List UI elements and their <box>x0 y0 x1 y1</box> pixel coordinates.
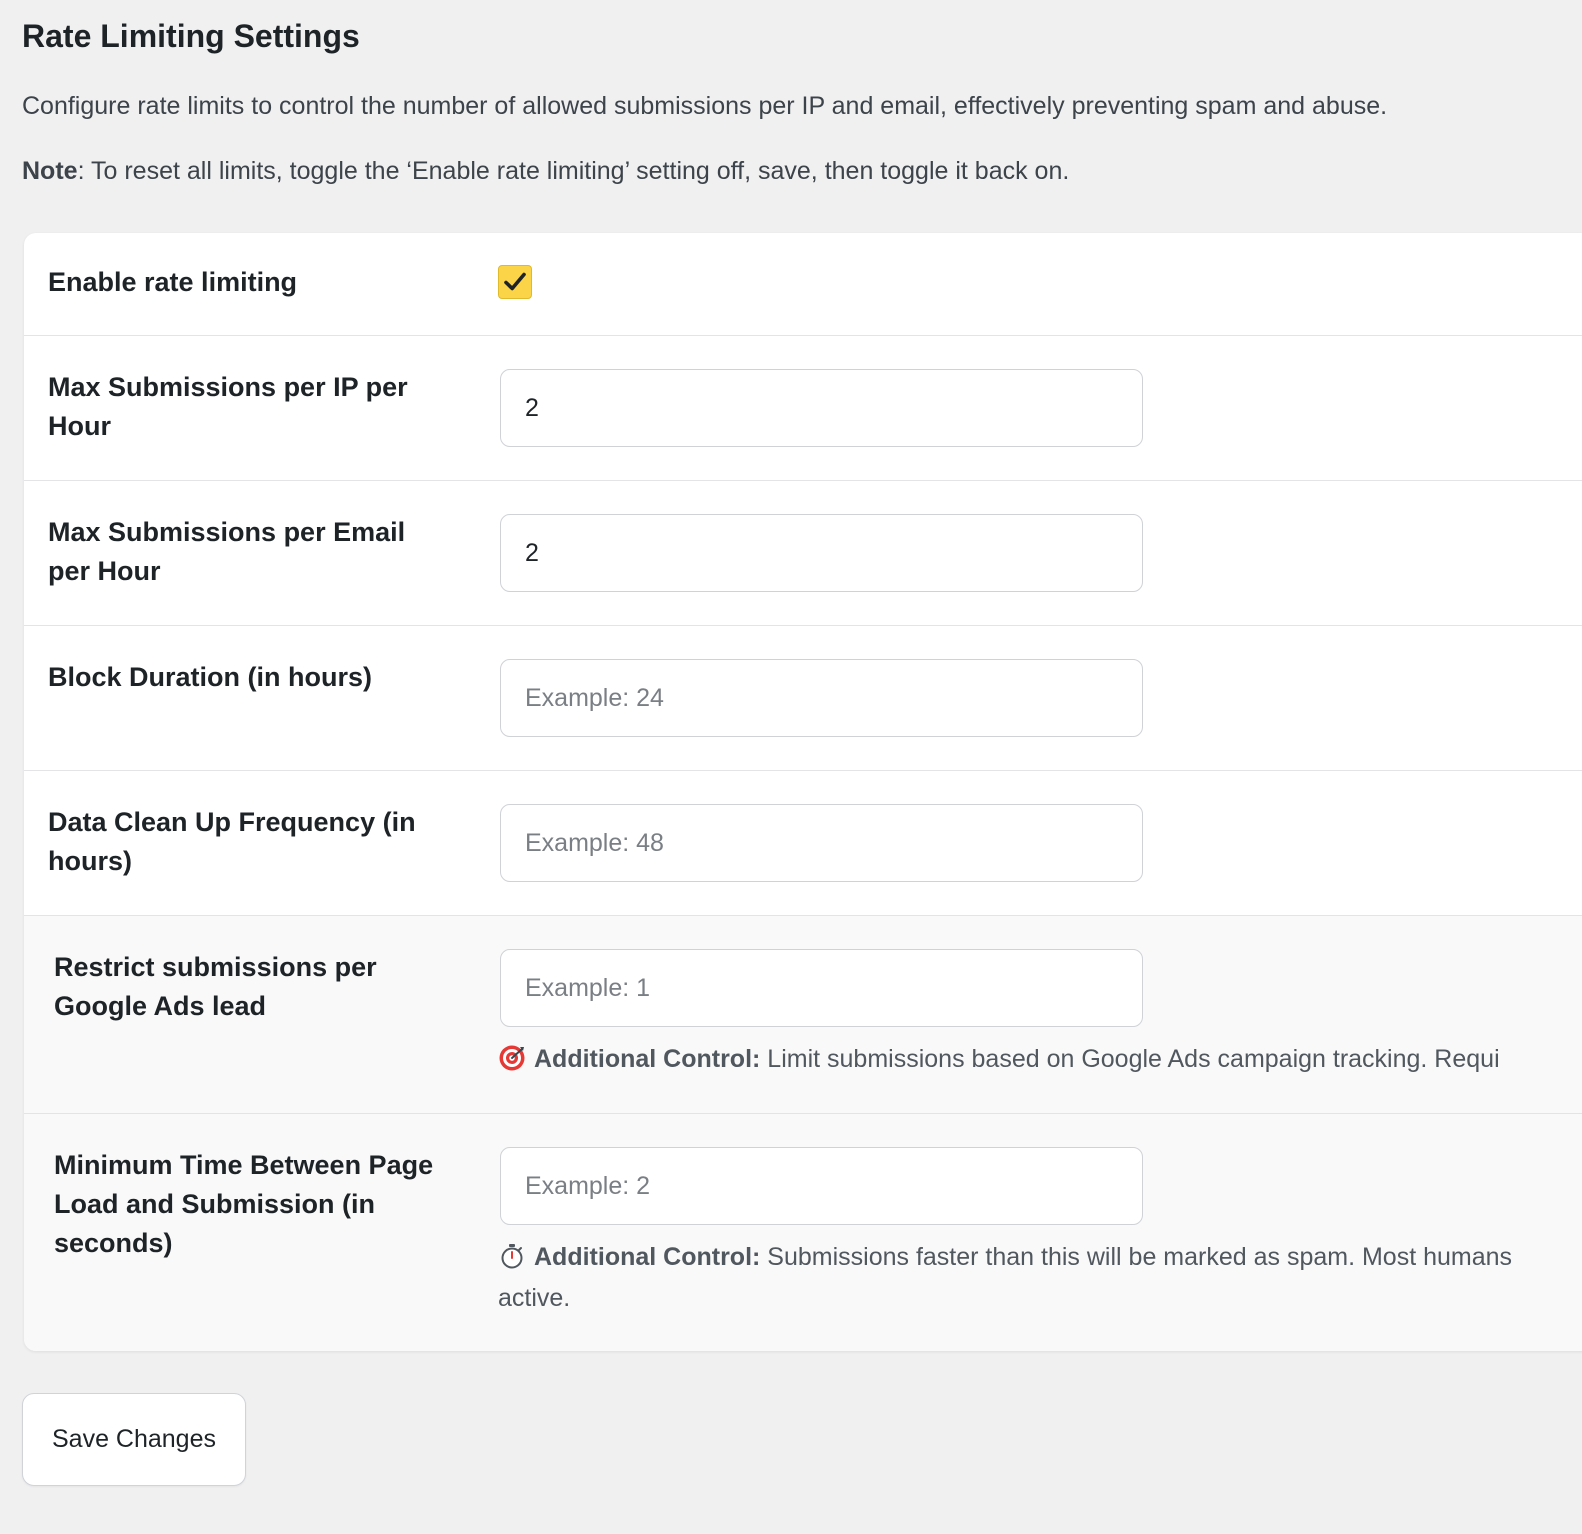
row-max-submissions-ip: Max Submissions per IP per Hour <box>24 336 1582 481</box>
page-title: Rate Limiting Settings <box>22 18 360 54</box>
target-icon <box>499 1045 525 1071</box>
minimum-time-label: Minimum Time Between Page Load and Submi… <box>54 1150 434 1258</box>
minimum-time-help-bold: Additional Control: <box>534 1243 761 1271</box>
enable-rate-limiting-label: Enable rate limiting <box>48 267 298 297</box>
reset-note: Note: To reset all limits, toggle the ‘E… <box>22 157 1069 186</box>
google-ads-help-bold: Additional Control: <box>534 1045 761 1073</box>
row-enable-rate-limiting: Enable rate limiting <box>24 233 1582 336</box>
checkmark-icon <box>504 272 526 291</box>
max-submissions-ip-input[interactable] <box>500 369 1143 447</box>
data-cleanup-input[interactable] <box>500 804 1143 882</box>
minimum-time-input[interactable] <box>500 1147 1143 1225</box>
google-ads-help-text: Limit submissions based on Google Ads ca… <box>760 1045 1500 1073</box>
note-text: : To reset all limits, toggle the ‘Enabl… <box>77 157 1070 185</box>
row-google-ads: Restrict submissions per Google Ads lead… <box>24 916 1582 1114</box>
google-ads-help: Additional Control: Limit submissions ba… <box>498 1039 1582 1079</box>
google-ads-input[interactable] <box>500 949 1143 1027</box>
minimum-time-help-continued: active. <box>498 1284 571 1312</box>
save-changes-button[interactable]: Save Changes <box>22 1393 246 1486</box>
block-duration-input[interactable] <box>500 659 1143 737</box>
minimum-time-help: Additional Control: Submissions faster t… <box>498 1237 1582 1277</box>
max-submissions-email-input[interactable] <box>500 514 1143 592</box>
google-ads-label: Restrict submissions per Google Ads lead <box>54 952 377 1021</box>
minimum-time-help-text: Submissions faster than this will be mar… <box>760 1243 1513 1271</box>
page-description: Configure rate limits to control the num… <box>22 92 1388 120</box>
settings-card: Enable rate limiting Max Submissions per… <box>24 233 1582 1351</box>
row-minimum-time: Minimum Time Between Page Load and Submi… <box>24 1114 1582 1351</box>
note-label: Note <box>22 157 78 185</box>
data-cleanup-label: Data Clean Up Frequency (in hours) <box>48 807 416 876</box>
enable-rate-limiting-checkbox[interactable] <box>498 265 532 299</box>
row-data-cleanup: Data Clean Up Frequency (in hours) <box>24 771 1582 916</box>
max-submissions-email-label: Max Submissions per Email per Hour <box>48 517 406 586</box>
row-max-submissions-email: Max Submissions per Email per Hour <box>24 481 1582 626</box>
row-block-duration: Block Duration (in hours) <box>24 626 1582 771</box>
block-duration-label: Block Duration (in hours) <box>48 662 372 692</box>
stopwatch-icon <box>501 1244 523 1269</box>
max-submissions-ip-label: Max Submissions per IP per Hour <box>48 372 408 441</box>
